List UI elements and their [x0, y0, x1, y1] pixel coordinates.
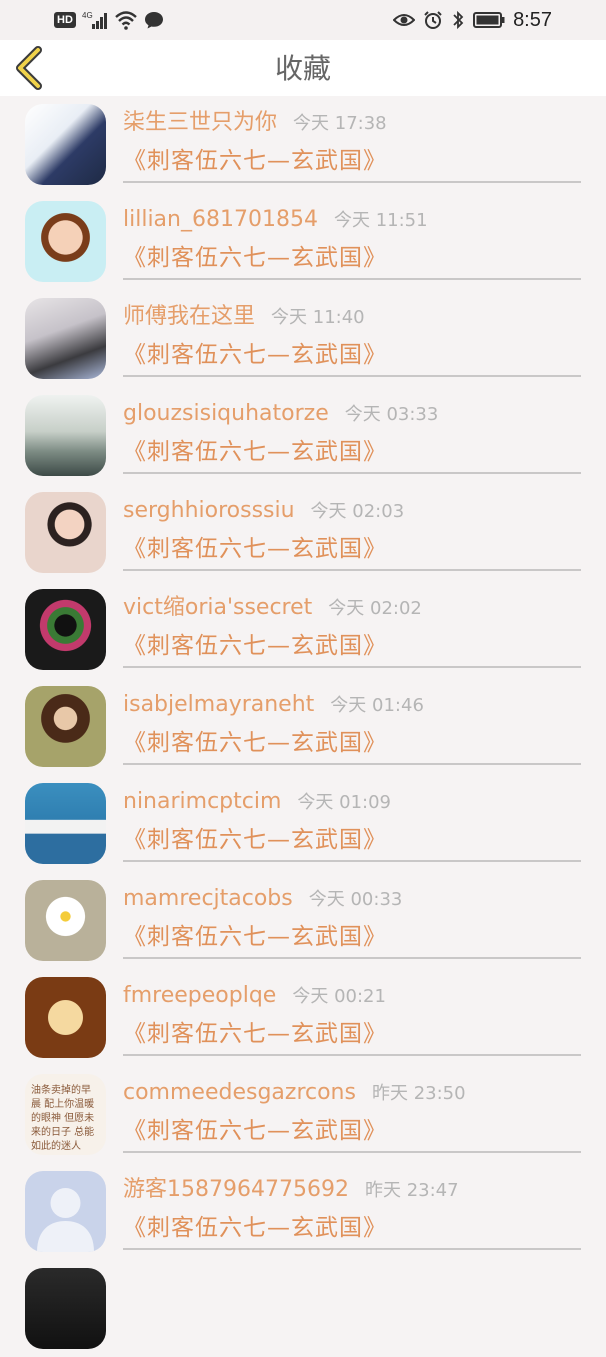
timestamp: 昨天 23:50: [371, 1083, 466, 1104]
avatar[interactable]: [25, 783, 106, 864]
divider: [123, 1151, 581, 1153]
list-item[interactable]: mamrecjtacobs 今天 00:33 《刺客伍六七—玄武国》: [0, 872, 606, 969]
timestamp: 今天 03:33: [344, 404, 439, 425]
avatar[interactable]: [25, 395, 106, 476]
work-title[interactable]: 《刺客伍六七—玄武国》: [123, 146, 387, 176]
page-title: 收藏: [274, 52, 331, 85]
avatar[interactable]: [25, 880, 106, 961]
list-item[interactable]: 师傅我在这里 今天 11:40 《刺客伍六七—玄武国》: [0, 290, 606, 387]
avatar[interactable]: [25, 492, 106, 573]
timestamp: 今天 02:03: [310, 501, 405, 522]
work-title[interactable]: 《刺客伍六七—玄武国》: [123, 1116, 387, 1146]
list-item[interactable]: isabjelmayraneht 今天 01:46 《刺客伍六七—玄武国》: [0, 678, 606, 775]
timestamp: 今天 01:46: [330, 695, 424, 716]
avatar-text: 油条卖掉的早晨 配上你温暖的眼神 但愿未来的日子 总能如此的迷人: [31, 1085, 95, 1152]
work-title[interactable]: 《刺客伍六七—玄武国》: [123, 437, 387, 467]
timestamp: 今天 17:38: [293, 113, 387, 134]
avatar[interactable]: [25, 104, 106, 185]
divider: [123, 375, 581, 377]
timestamp: 今天 00:21: [292, 986, 386, 1007]
timestamp: 今天 11:40: [271, 307, 365, 328]
user-name[interactable]: 师傅我在这里: [123, 304, 255, 329]
avatar[interactable]: [25, 977, 106, 1058]
avatar[interactable]: [25, 298, 106, 379]
battery-icon: [473, 12, 505, 28]
list-item[interactable]: ninarimcptcim 今天 01:09 《刺客伍六七—玄武国》: [0, 775, 606, 872]
user-name[interactable]: 柒生三世只为你: [123, 110, 277, 135]
user-name[interactable]: mamrecjtacobs: [123, 886, 293, 911]
user-name[interactable]: lillian_681701854: [123, 207, 318, 232]
list-item[interactable]: 游客1587964775692 昨天 23:47 《刺客伍六七—玄武国》: [0, 1163, 606, 1260]
avatar[interactable]: [25, 1171, 106, 1252]
bluetooth-icon: [453, 10, 464, 30]
work-title[interactable]: 《刺客伍六七—玄武国》: [123, 631, 387, 661]
default-avatar-icon: [37, 1188, 94, 1252]
user-name[interactable]: commeedesgazrcons: [123, 1080, 356, 1105]
work-title[interactable]: 《刺客伍六七—玄武国》: [123, 922, 387, 952]
timestamp: 昨天 23:47: [364, 1180, 459, 1201]
timestamp: 今天 00:33: [308, 889, 403, 910]
signal-icon: 4G: [82, 11, 107, 29]
user-name[interactable]: vict缩oria'ssecret: [123, 595, 312, 620]
avatar[interactable]: [25, 589, 106, 670]
status-time: 8:57: [513, 9, 552, 31]
avatar[interactable]: 油条卖掉的早晨 配上你温暖的眼神 但愿未来的日子 总能如此的迷人: [25, 1074, 106, 1155]
work-title[interactable]: 《刺客伍六七—玄武国》: [123, 825, 387, 855]
work-title[interactable]: 《刺客伍六七—玄武国》: [123, 243, 387, 273]
status-right-icons: 8:57: [393, 10, 552, 30]
timestamp: 今天 01:09: [297, 792, 392, 813]
list-item[interactable]: 柒生三世只为你 今天 17:38 《刺客伍六七—玄武国》: [0, 96, 606, 193]
divider: [123, 957, 581, 959]
work-title[interactable]: 《刺客伍六七—玄武国》: [123, 728, 387, 758]
divider: [123, 1248, 581, 1250]
list-item[interactable]: serghhiorosssiu 今天 02:03 《刺客伍六七—玄武国》: [0, 484, 606, 581]
work-title[interactable]: 《刺客伍六七—玄武国》: [123, 1019, 387, 1049]
divider: [123, 472, 581, 474]
list-item[interactable]: vict缩oria'ssecret 今天 02:02 《刺客伍六七—玄武国》: [0, 581, 606, 678]
status-left-icons: HD 4G: [54, 10, 164, 30]
status-bar: HD 4G 8:57: [0, 0, 606, 40]
avatar[interactable]: [25, 1268, 106, 1349]
user-name[interactable]: ninarimcptcim: [123, 789, 281, 814]
work-title[interactable]: 《刺客伍六七—玄武国》: [123, 340, 387, 370]
favorites-list: 柒生三世只为你 今天 17:38 《刺客伍六七—玄武国》 lillian_6817…: [0, 96, 606, 1357]
user-name[interactable]: fmreepeoplqe: [123, 983, 276, 1008]
eye-icon: [393, 14, 416, 26]
avatar[interactable]: [25, 201, 106, 282]
avatar[interactable]: [25, 686, 106, 767]
divider: [123, 181, 581, 183]
user-name[interactable]: glouzsisiquhatorze: [123, 401, 329, 426]
list-item[interactable]: [0, 1260, 606, 1357]
svg-text:4G: 4G: [82, 11, 93, 20]
divider: [123, 278, 581, 280]
work-title[interactable]: 《刺客伍六七—玄武国》: [123, 1213, 387, 1243]
timestamp: 今天 11:51: [333, 210, 428, 231]
list-item[interactable]: fmreepeoplqe 今天 00:21 《刺客伍六七—玄武国》: [0, 969, 606, 1066]
alarm-icon: [424, 11, 442, 29]
list-item[interactable]: lillian_681701854 今天 11:51 《刺客伍六七—玄武国》: [0, 193, 606, 290]
user-name[interactable]: 游客1587964775692: [123, 1177, 349, 1202]
divider: [123, 569, 581, 571]
chat-icon: [144, 12, 163, 29]
wifi-icon: [115, 11, 137, 30]
hd-icon: HD: [54, 12, 76, 28]
top-app-bar: 收藏: [0, 40, 606, 96]
divider: [123, 860, 581, 862]
divider: [123, 1054, 581, 1056]
list-item[interactable]: glouzsisiquhatorze 今天 03:33 《刺客伍六七—玄武国》: [0, 387, 606, 484]
divider: [123, 666, 581, 668]
list-item[interactable]: 油条卖掉的早晨 配上你温暖的眼神 但愿未来的日子 总能如此的迷人 commeed…: [0, 1066, 606, 1163]
divider: [123, 763, 581, 765]
user-name[interactable]: isabjelmayraneht: [123, 692, 314, 717]
timestamp: 今天 02:02: [328, 598, 422, 619]
user-name[interactable]: serghhiorosssiu: [123, 498, 295, 523]
work-title[interactable]: 《刺客伍六七—玄武国》: [123, 534, 387, 564]
